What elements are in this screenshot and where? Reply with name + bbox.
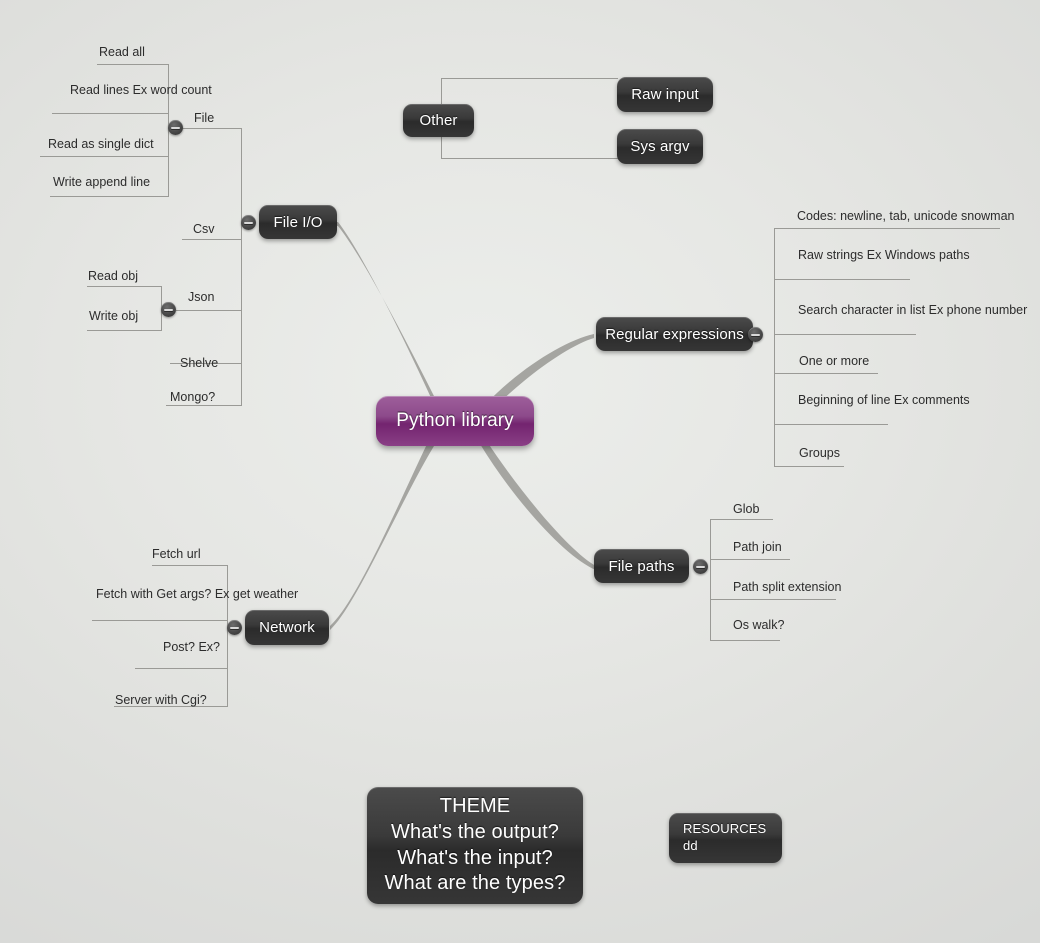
central-node-label: Python library <box>396 410 514 431</box>
node-raw-input[interactable]: Raw input <box>617 77 713 112</box>
stub-sys-argv <box>441 158 618 159</box>
node-other-label: Other <box>419 112 458 129</box>
node-file-io-label: File I/O <box>273 213 323 231</box>
label-file[interactable]: File <box>194 110 214 126</box>
central-node[interactable]: Python library <box>376 396 534 446</box>
label-csv[interactable]: Csv <box>193 221 215 237</box>
stub-os-walk <box>710 640 780 641</box>
node-raw-input-label: Raw input <box>631 86 699 103</box>
spine-file-paths <box>710 519 711 640</box>
label-json[interactable]: Json <box>188 289 214 305</box>
stub-write-obj <box>87 330 162 331</box>
stub-json <box>176 310 242 311</box>
leaf-write-append-line[interactable]: Write append line <box>53 174 150 190</box>
note-theme-line-1: What's the output? <box>391 820 559 843</box>
stub-raw-input <box>441 78 618 79</box>
stub-fetch-get-args <box>92 620 228 621</box>
label-mongo[interactable]: Mongo? <box>170 389 215 405</box>
stub-read-lines <box>52 113 169 114</box>
node-sys-argv[interactable]: Sys argv <box>617 129 703 164</box>
leaf-groups[interactable]: Groups <box>799 445 840 461</box>
leaf-one-or-more[interactable]: One or more <box>799 353 869 369</box>
node-file-paths-label: File paths <box>608 557 675 575</box>
leaf-raw-strings[interactable]: Raw strings Ex Windows paths <box>798 247 970 263</box>
leaf-fetch-with-get-args[interactable]: Fetch with Get args? Ex get weather <box>96 586 298 602</box>
stub-one-or-more <box>774 373 878 374</box>
stub-groups <box>774 466 844 467</box>
stub-raw-strings <box>774 279 910 280</box>
leaf-read-all[interactable]: Read all <box>99 44 145 60</box>
leaf-post[interactable]: Post? Ex? <box>135 639 220 655</box>
leaf-read-single-dict[interactable]: Read as single dict <box>48 136 154 152</box>
toggle-file[interactable] <box>168 120 183 135</box>
node-sys-argv-label: Sys argv <box>630 138 690 155</box>
stub-path-split-extension <box>710 599 836 600</box>
node-other[interactable]: Other <box>403 104 474 137</box>
leaf-read-lines[interactable]: Read lines Ex word count <box>70 82 212 98</box>
connector-network <box>330 442 434 630</box>
leaf-path-split-extension[interactable]: Path split extension <box>733 579 841 595</box>
leaf-path-join[interactable]: Path join <box>733 539 782 555</box>
node-network[interactable]: Network <box>245 610 329 645</box>
toggle-network[interactable] <box>227 620 242 635</box>
leaf-glob[interactable]: Glob <box>733 501 759 517</box>
note-resources-line-1: dd <box>683 838 698 853</box>
stub-write-append <box>50 196 169 197</box>
node-file-paths[interactable]: File paths <box>594 549 689 583</box>
stub-path-join <box>710 559 790 560</box>
stub-csv <box>182 239 242 240</box>
node-network-label: Network <box>259 619 315 636</box>
leaf-os-walk[interactable]: Os walk? <box>733 617 784 633</box>
toggle-file-io[interactable] <box>241 215 256 230</box>
spine-regex <box>774 228 775 466</box>
leaf-write-obj[interactable]: Write obj <box>89 308 138 324</box>
connector-file-paths <box>480 440 596 570</box>
note-theme-line-2: What's the input? <box>397 846 553 869</box>
stub-glob <box>710 519 773 520</box>
note-resources-line-0: RESOURCES <box>683 821 767 837</box>
stub-read-all <box>97 64 169 65</box>
stub-fetch-url <box>152 565 228 566</box>
node-regular-expressions-label: Regular expressions <box>605 325 744 343</box>
stub-read-obj <box>87 286 162 287</box>
leaf-search-character[interactable]: Search character in list Ex phone number <box>798 302 1027 318</box>
leaf-codes[interactable]: Codes: newline, tab, unicode snowman <box>797 208 1015 224</box>
mindmap-canvas: Python library File I/O File Csv Json Sh… <box>0 0 1040 943</box>
connector-file-io <box>338 222 438 404</box>
toggle-json[interactable] <box>161 302 176 317</box>
note-theme-line-0: THEME <box>439 795 511 818</box>
stub-read-dict <box>40 156 169 157</box>
label-shelve[interactable]: Shelve <box>180 355 218 371</box>
note-theme[interactable]: THEME What's the output? What's the inpu… <box>367 787 583 904</box>
leaf-fetch-url[interactable]: Fetch url <box>152 546 201 562</box>
toggle-regular-expressions[interactable] <box>748 327 763 342</box>
stub-search-char <box>774 334 916 335</box>
stub-codes <box>774 228 1000 229</box>
node-regular-expressions[interactable]: Regular expressions <box>596 317 753 351</box>
toggle-file-paths[interactable] <box>693 559 708 574</box>
stub-beginning-line <box>774 424 888 425</box>
note-theme-line-3: What are the types? <box>384 872 566 895</box>
node-file-io[interactable]: File I/O <box>259 205 337 239</box>
leaf-beginning-of-line[interactable]: Beginning of line Ex comments <box>798 392 970 408</box>
leaf-read-obj[interactable]: Read obj <box>88 268 138 284</box>
note-resources[interactable]: RESOURCES dd <box>669 813 782 863</box>
stub-file <box>182 128 242 129</box>
stub-post <box>135 668 228 669</box>
leaf-server-with-cgi[interactable]: Server with Cgi? <box>115 692 207 708</box>
